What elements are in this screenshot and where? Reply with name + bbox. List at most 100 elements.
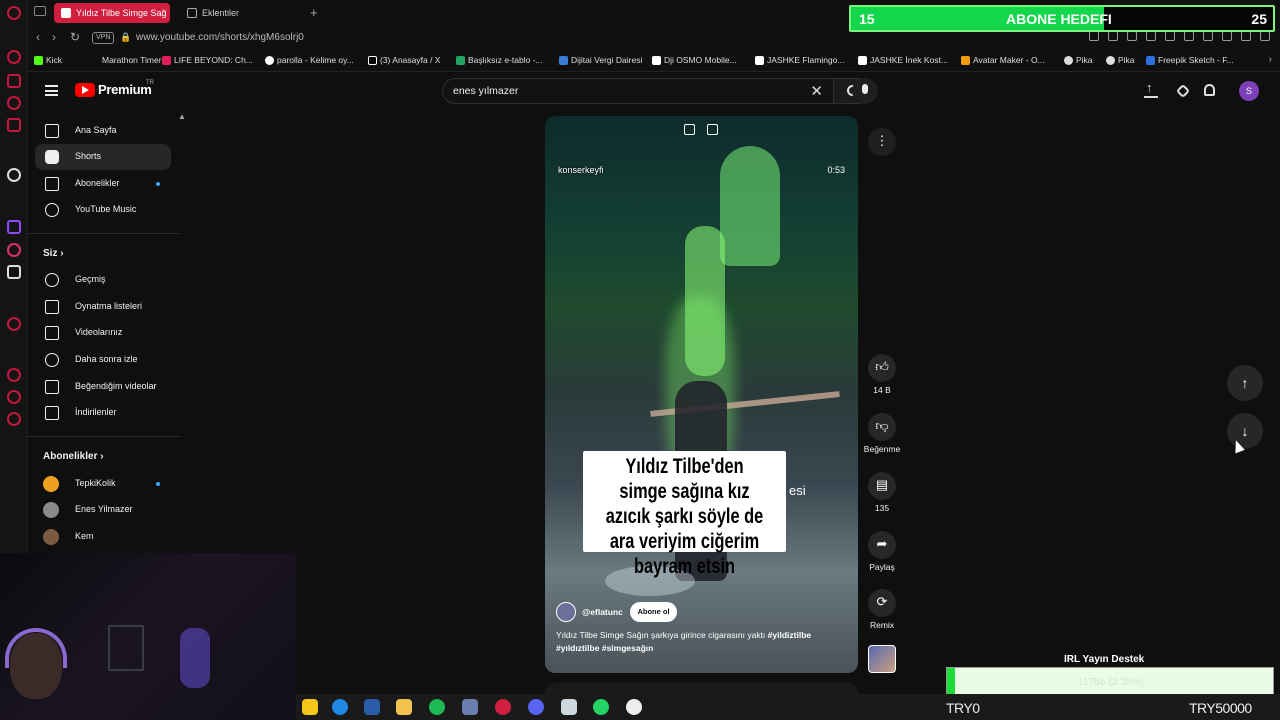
miniplayer-icon[interactable] <box>684 124 695 135</box>
bookmark-item[interactable]: Başlıksız e-tablo -... <box>456 55 543 65</box>
extension-icon[interactable] <box>1089 31 1099 41</box>
channel-name[interactable]: @eflatunc <box>582 607 623 617</box>
bookmark-item[interactable]: Dji OSMO Mobile... <box>652 55 737 65</box>
bookmark-item[interactable]: parolla - Kelime oy... <box>265 55 354 65</box>
extension-icon[interactable] <box>1108 31 1118 41</box>
tab-overview-icon[interactable] <box>34 6 46 16</box>
bookmarks-overflow-icon[interactable]: › <box>1269 54 1272 65</box>
sidebar-channel[interactable]: Enes Yilmazer <box>35 497 171 523</box>
extension-icon[interactable] <box>1127 31 1137 41</box>
rail-shortcut-icon[interactable] <box>7 50 21 64</box>
sidebar-item-downloads[interactable]: İndirilenler <box>35 400 171 426</box>
notifications-icon[interactable] <box>1204 84 1215 96</box>
spotify-icon[interactable] <box>429 699 445 715</box>
more-options-button[interactable]: ⋮ <box>868 128 896 156</box>
bookmark-item[interactable]: LIFE BEYOND: Ch... <box>162 55 253 65</box>
clear-search-icon[interactable]: ✕ <box>810 82 823 100</box>
sidebar-item-your-videos[interactable]: Videolarınız <box>35 320 171 346</box>
menu-icon[interactable] <box>45 85 58 96</box>
bookmark-item[interactable]: Kick <box>34 55 62 65</box>
channel-avatar[interactable] <box>556 602 576 622</box>
bookmark-item[interactable]: Avatar Maker - O... <box>961 55 1045 65</box>
menu-icon[interactable] <box>1260 31 1270 41</box>
tab-youtube-short[interactable]: Yıldız Tilbe Simge Sağ <box>54 3 170 23</box>
bookmark-item[interactable]: Marathon Timer <box>90 55 162 65</box>
section-subscriptions[interactable]: Abonelikler › <box>43 451 104 462</box>
sound-thumbnail[interactable] <box>868 645 896 673</box>
folder-icon[interactable] <box>396 699 412 715</box>
twitch-icon[interactable] <box>7 220 21 234</box>
reload-button[interactable]: ↻ <box>70 30 80 44</box>
discord-icon[interactable] <box>528 699 544 715</box>
fullscreen-icon[interactable] <box>707 124 718 135</box>
opera-icon[interactable] <box>495 699 511 715</box>
tab-extensions[interactable]: Eklentiler <box>180 3 280 23</box>
sidebar-item-watch-later[interactable]: Daha sonra izle <box>35 347 171 373</box>
bookmark-item[interactable]: Pika <box>1106 55 1135 65</box>
obs-icon[interactable] <box>626 699 642 715</box>
x-icon[interactable] <box>7 265 21 279</box>
voice-search-button[interactable] <box>852 78 878 104</box>
rail-shortcut-icon[interactable] <box>7 317 21 331</box>
bookmark-item[interactable]: Freepik Sketch - F... <box>1146 55 1234 65</box>
extension-icon[interactable] <box>1222 31 1232 41</box>
extension-icon[interactable] <box>1165 31 1175 41</box>
like-action[interactable]: 👍︎ 14 B <box>862 354 902 395</box>
sidebar-channel[interactable]: TepkiKolik <box>35 471 171 497</box>
search-input[interactable]: enes yılmazer ✕ <box>442 78 834 104</box>
opera-logo-icon[interactable] <box>7 6 21 20</box>
heart-icon[interactable] <box>1184 31 1194 41</box>
section-you[interactable]: Siz › <box>43 248 64 259</box>
whatsapp-icon[interactable] <box>593 699 609 715</box>
bookmark-item[interactable]: Pika <box>1064 55 1093 65</box>
bookmark-item[interactable]: JASHKE İnek Kost... <box>858 55 948 65</box>
sidebar-item-liked[interactable]: Beğendiğim videolar <box>35 374 171 400</box>
sidebar-item-subscriptions[interactable]: Abonelikler <box>35 171 171 197</box>
youtube-logo-icon[interactable] <box>75 83 95 97</box>
account-avatar[interactable]: S <box>1239 81 1259 101</box>
rail-shortcut-icon[interactable] <box>7 74 21 88</box>
back-button[interactable]: ‹ <box>36 30 40 44</box>
store-icon[interactable] <box>364 699 380 715</box>
upload-icon[interactable] <box>1144 80 1158 98</box>
taskbar-app-icon[interactable] <box>561 699 577 715</box>
dislike-action[interactable]: 👎︎ Beğenme <box>862 413 902 454</box>
sidebar-item-home[interactable]: Ana Sayfa <box>35 118 171 144</box>
rail-shortcut-icon[interactable] <box>7 96 21 110</box>
settings-icon[interactable] <box>7 412 21 426</box>
rail-shortcut-icon[interactable] <box>7 390 21 404</box>
bookmark-item[interactable]: (3) Anasayfa / X <box>368 55 440 65</box>
extension-icon[interactable] <box>1203 31 1213 41</box>
url-input[interactable]: www.youtube.com/shorts/xhgM6solrj0 <box>136 32 304 43</box>
play-icon[interactable] <box>1146 31 1156 41</box>
sidebar-item-history[interactable]: Geçmiş <box>35 267 171 293</box>
sidebar-item-music[interactable]: YouTube Music <box>35 197 171 223</box>
rail-shortcut-icon[interactable] <box>7 168 21 182</box>
previous-short-button[interactable]: ↑ <box>1227 365 1263 401</box>
scroll-up-icon[interactable]: ▲ <box>178 112 186 121</box>
bookmark-item[interactable]: JASHKE Flamingo... <box>755 55 844 65</box>
instagram-icon[interactable] <box>7 243 21 257</box>
hashtag-link[interactable]: #yıldıztilbe <box>556 643 599 653</box>
share-action[interactable]: ➦ Paylaş <box>862 531 902 572</box>
download-icon[interactable] <box>1241 31 1251 41</box>
hashtag-link[interactable]: #yildiztilbe <box>768 630 811 640</box>
sidebar-item-shorts[interactable]: Shorts <box>35 144 171 170</box>
edge-icon[interactable] <box>332 699 348 715</box>
vpn-badge[interactable]: VPN <box>92 32 115 44</box>
remix-action[interactable]: ⟳ Remix <box>862 589 902 630</box>
brand-label[interactable]: Premium <box>98 82 152 97</box>
sidebar-item-playlists[interactable]: Oynatma listeleri <box>35 294 171 320</box>
taskbar-app-icon[interactable] <box>302 699 318 715</box>
extension-icon[interactable] <box>1175 83 1191 99</box>
bookmark-item[interactable]: Dijitai Vergi Dairesi <box>559 55 642 65</box>
subscribe-button[interactable]: Abone ol <box>630 602 677 622</box>
rail-shortcut-icon[interactable] <box>7 118 21 132</box>
hashtag-link[interactable]: #simgesağın <box>602 643 654 653</box>
sidebar-channel[interactable]: Kem <box>35 524 171 550</box>
taskbar-app-icon[interactable] <box>462 699 478 715</box>
rail-shortcut-icon[interactable] <box>7 368 21 382</box>
new-tab-button[interactable]: + <box>310 5 318 20</box>
shorts-video-player[interactable]: konserkeyfi 0:53 Yıldız Tilbe'den simge … <box>545 116 858 673</box>
forward-button[interactable]: › <box>52 30 56 44</box>
